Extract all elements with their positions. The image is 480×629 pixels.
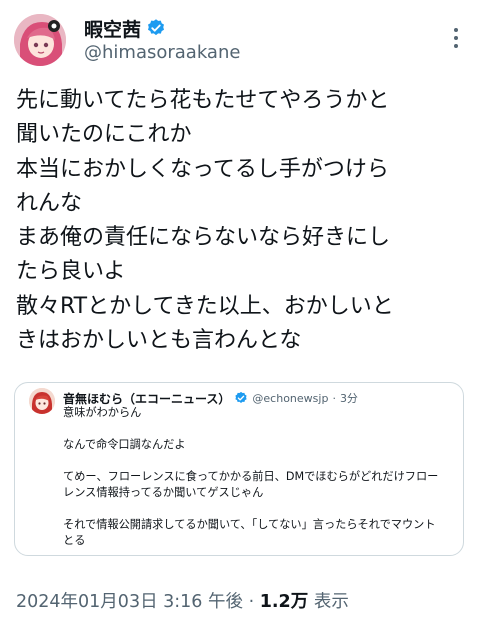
quoted-line: てめー、フローレンスに食ってかかる前日、DMでほむらがどれだけフロー (63, 470, 439, 483)
quoted-line: ... (63, 549, 455, 555)
quoted-line: 意味がわからん (63, 406, 142, 419)
quoted-line: レンス情報持ってるか聞いてゲスじゃん (63, 486, 264, 499)
verified-badge-icon (148, 19, 165, 36)
quoted-separator: · (332, 391, 336, 405)
more-options-icon[interactable] (444, 26, 468, 50)
tweet-line: 聞いたのにこれか (16, 122, 192, 148)
tweet-timestamp[interactable]: 2024年01月03日 3:16 午後 (16, 592, 243, 612)
author-avatar[interactable] (14, 14, 66, 66)
quoted-line: なんで命令口調なんだよ (63, 438, 186, 451)
tweet-line: 本当におかしくなってるし手がつけら (16, 156, 389, 182)
quoted-handle[interactable]: @echonewsjp (252, 392, 328, 405)
tweet-line: きはおかしいとも言わんとな (16, 328, 302, 354)
quoted-time[interactable]: 3分 (340, 390, 358, 406)
view-count: 1.2万 (259, 592, 309, 612)
tweet-line: 散々RTとかしてきた以上、おかしいと (16, 293, 394, 319)
quoted-line (63, 453, 455, 469)
footer-separator: · (248, 592, 255, 612)
quoted-line (63, 501, 455, 517)
tweet-text: 先に動いてたら花もたせてやろうかと 聞いたのにこれか 本当におかしくなってるし手… (16, 84, 468, 358)
tweet-line: れんな (16, 190, 83, 216)
tweet-line: まあ俺の責任にならないなら好きにし (16, 225, 391, 251)
quoted-line: それで情報公開請求してるか聞いて、「してない」言ったらそれでマウント (63, 518, 436, 531)
tweet-footer: 2024年01月03日 3:16 午後 · 1.2万 表示 (16, 588, 349, 613)
quoted-line (63, 421, 455, 437)
verified-badge-icon (235, 391, 248, 403)
quoted-text: 意味がわからん なんで命令口調なんだよ てめー、フローレンスに食ってかかる前日、… (63, 405, 455, 555)
author-name-row[interactable]: 暇空茜 (84, 15, 166, 42)
tweet-header: 暇空茜 @himasoraakane (0, 0, 480, 80)
quoted-tweet-card[interactable]: 音無ほむら（エコーニュース） @echonewsjp · 3分 意味がわからん … (14, 382, 464, 556)
quoted-author-avatar[interactable] (29, 388, 55, 414)
quoted-display-name[interactable]: 音無ほむら（エコーニュース） (63, 390, 230, 407)
quoted-line: とる (63, 534, 86, 547)
tweet-line: 先に動いてたら花もたせてやろうかと (16, 88, 390, 113)
view-label: 表示 (313, 592, 349, 612)
tweet-line: たら良いよ (16, 259, 126, 285)
author-handle[interactable]: @himasoraakane (84, 42, 240, 63)
author-display-name[interactable]: 暇空茜 (84, 15, 141, 42)
